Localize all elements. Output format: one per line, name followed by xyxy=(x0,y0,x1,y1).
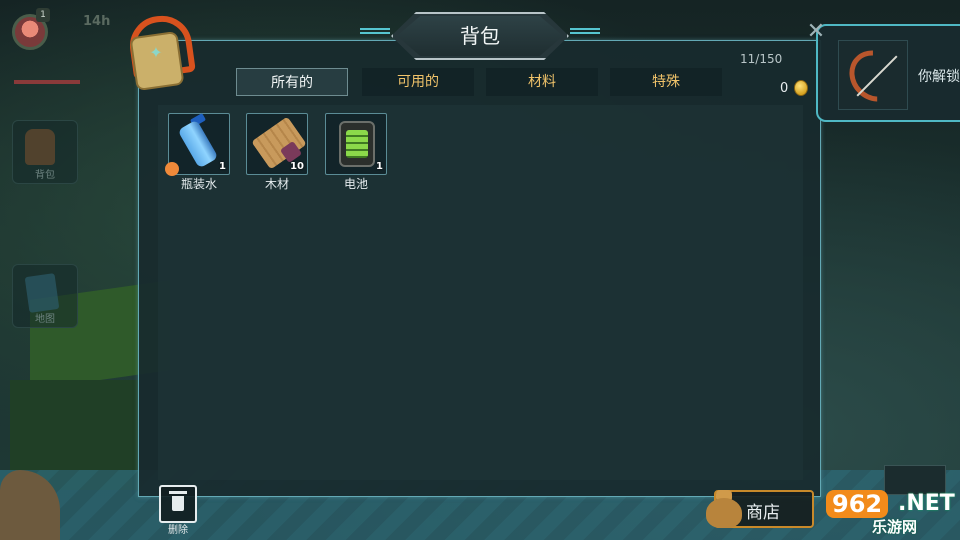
trash-icon xyxy=(172,496,184,511)
player-level-badge: 1 xyxy=(36,8,50,22)
bag-body xyxy=(706,498,742,528)
food-type-icon xyxy=(165,162,179,176)
gold-amount: 0 xyxy=(780,81,789,96)
backpack-side-button[interactable]: 背包 xyxy=(12,120,78,184)
tab-special[interactable]: 特殊 xyxy=(610,68,722,96)
tab-usable[interactable]: 可用的 xyxy=(362,68,474,96)
trash-lid xyxy=(169,491,187,494)
close-icon[interactable]: ✕ xyxy=(804,20,828,44)
health-bar-fill xyxy=(14,80,80,84)
site-watermark: 962 .NET 乐游网 xyxy=(822,490,956,536)
backpack-icon xyxy=(25,129,55,165)
side-button-label: 背包 xyxy=(35,170,55,181)
watermark-subtitle: 乐游网 xyxy=(872,518,918,536)
battery-core xyxy=(346,130,368,158)
title-ornament xyxy=(360,28,390,34)
star-icon: ✦ xyxy=(149,43,163,62)
tab-all[interactable]: 所有的 xyxy=(236,68,348,96)
health-bar xyxy=(14,80,80,84)
delete-button[interactable] xyxy=(159,485,197,523)
item-quantity: 10 xyxy=(290,161,304,172)
side-button-label: 地图 xyxy=(35,314,55,325)
item-quantity: 1 xyxy=(219,161,226,172)
backpack-panel xyxy=(138,40,821,497)
panel-title: 背包 xyxy=(460,24,500,48)
coin-icon xyxy=(794,80,808,96)
inventory-slot-water[interactable]: 1 xyxy=(165,113,230,176)
map-side-button[interactable]: 地图 xyxy=(12,264,78,328)
backpack-icon: ✦ xyxy=(125,11,196,92)
inventory-slot-battery[interactable]: 1 xyxy=(325,113,387,175)
watermark-number: 962 xyxy=(826,490,889,518)
unlock-notification[interactable]: 你解锁 xyxy=(816,24,960,122)
game-time: 14h xyxy=(83,14,111,29)
tab-materials[interactable]: 材料 xyxy=(486,68,598,96)
inventory-slot-wood[interactable]: 10 xyxy=(246,113,308,175)
shop-label: 商店 xyxy=(746,503,780,523)
item-name: 电池 xyxy=(343,177,368,191)
item-quantity: 1 xyxy=(376,161,383,172)
watermark-net: .NET xyxy=(898,491,955,516)
notification-icon-box xyxy=(838,39,912,113)
item-name: 瓶装水 xyxy=(180,177,217,191)
notification-text: 你解锁 xyxy=(918,69,960,85)
map-icon xyxy=(24,273,60,313)
money-bag-icon xyxy=(704,486,744,530)
item-name: 木材 xyxy=(264,177,289,191)
water-bottle-icon xyxy=(177,119,219,169)
capacity-counter: 11/150 xyxy=(740,52,783,66)
title-ornament xyxy=(570,28,600,34)
delete-label: 删除 xyxy=(168,525,188,536)
